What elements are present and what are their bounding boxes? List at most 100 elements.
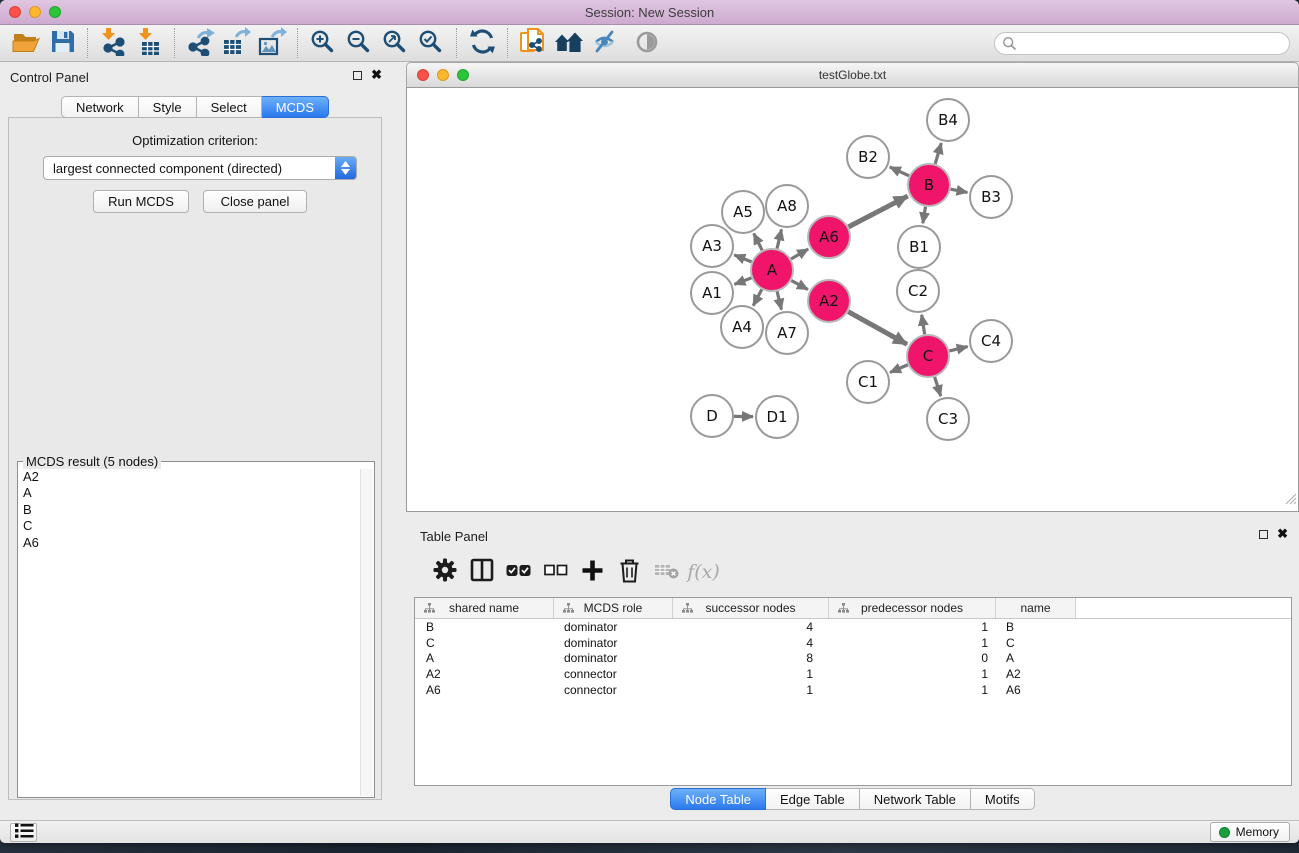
column-header-predecessor-nodes[interactable]: predecessor nodes xyxy=(829,598,996,618)
open-session-button[interactable] xyxy=(8,26,44,60)
show-graphics-details-button[interactable] xyxy=(629,26,665,60)
cell-mcds-role[interactable]: dominator xyxy=(554,651,673,665)
column-header-successor-nodes[interactable]: successor nodes xyxy=(673,598,829,618)
node-A6[interactable]: A6 xyxy=(808,216,850,258)
edge-C-C3[interactable] xyxy=(935,377,941,396)
tab-mcds[interactable]: MCDS xyxy=(262,96,329,118)
result-scrollbar[interactable] xyxy=(360,469,373,796)
tab-network-table[interactable]: Network Table xyxy=(860,788,971,810)
titlebar[interactable]: Session: New Session xyxy=(0,0,1299,25)
cell-mcds-role[interactable]: connector xyxy=(554,683,673,697)
table-settings-button[interactable] xyxy=(426,552,463,592)
mcds-result-item[interactable]: A6 xyxy=(19,535,360,551)
tab-select[interactable]: Select xyxy=(197,96,262,118)
edge-C-C1[interactable] xyxy=(890,365,908,373)
save-session-button[interactable] xyxy=(44,26,80,60)
edge-C-C2[interactable] xyxy=(922,315,925,335)
cell-mcds-role[interactable]: dominator xyxy=(554,620,673,634)
network-window-titlebar[interactable]: testGlobe.txt xyxy=(406,62,1299,88)
tab-motifs[interactable]: Motifs xyxy=(971,788,1035,810)
cell-name[interactable]: A6 xyxy=(996,683,1076,697)
edge-A-A1[interactable] xyxy=(734,278,751,285)
mcds-result-item[interactable]: B xyxy=(19,502,360,518)
tab-edge-table[interactable]: Edge Table xyxy=(766,788,860,810)
node-B3[interactable]: B3 xyxy=(970,176,1012,218)
import-table-button[interactable] xyxy=(131,26,167,60)
cell-successor-nodes[interactable]: 1 xyxy=(673,667,829,681)
edge-A-A5[interactable] xyxy=(754,233,762,250)
cell-predecessor-nodes[interactable]: 1 xyxy=(829,683,996,697)
table-row[interactable]: Adominator80A xyxy=(415,651,1291,667)
search-input[interactable] xyxy=(994,32,1290,55)
cell-successor-nodes[interactable]: 4 xyxy=(673,636,829,650)
node-C3[interactable]: C3 xyxy=(927,398,969,440)
close-panel-button[interactable]: Close panel xyxy=(203,190,307,213)
zoom-fit-button[interactable] xyxy=(377,26,413,60)
node-B2[interactable]: B2 xyxy=(847,136,889,178)
node-A[interactable]: A xyxy=(751,249,793,291)
export-network-button[interactable] xyxy=(182,26,218,60)
close-table-panel-icon[interactable]: ✖ xyxy=(1277,528,1288,540)
clone-network-button[interactable] xyxy=(515,26,551,60)
node-B4[interactable]: B4 xyxy=(927,99,969,141)
cell-shared-name[interactable]: C xyxy=(415,636,554,650)
edge-A-A4[interactable] xyxy=(753,289,762,305)
zoom-out-button[interactable] xyxy=(341,26,377,60)
close-panel-icon[interactable]: ✖ xyxy=(371,69,382,81)
node-A2[interactable]: A2 xyxy=(808,280,850,322)
edge-A6-B[interactable] xyxy=(849,196,908,227)
edge-B-B2[interactable] xyxy=(890,167,909,176)
table-row[interactable]: Cdominator41C xyxy=(415,635,1291,651)
cell-predecessor-nodes[interactable]: 1 xyxy=(829,620,996,634)
node-C4[interactable]: C4 xyxy=(970,320,1012,362)
zoom-in-button[interactable] xyxy=(305,26,341,60)
add-column-button[interactable] xyxy=(574,552,611,592)
tab-style[interactable]: Style xyxy=(139,96,197,118)
task-history-button[interactable] xyxy=(10,823,37,842)
node-D1[interactable]: D1 xyxy=(756,396,798,438)
edge-B-B1[interactable] xyxy=(923,207,926,224)
refresh-view-button[interactable] xyxy=(464,26,500,60)
edge-C-C4[interactable] xyxy=(949,347,967,351)
edge-A-A3[interactable] xyxy=(734,255,751,262)
tab-node-table[interactable]: Node Table xyxy=(670,788,766,810)
mcds-result-item[interactable]: C xyxy=(19,518,360,534)
home-layout-button[interactable] xyxy=(551,26,587,60)
column-header-shared-name[interactable]: shared name xyxy=(415,598,554,618)
cell-successor-nodes[interactable]: 8 xyxy=(673,651,829,665)
node-A5[interactable]: A5 xyxy=(722,191,764,233)
cell-name[interactable]: C xyxy=(996,636,1076,650)
node-D[interactable]: D xyxy=(691,395,733,437)
cell-predecessor-nodes[interactable]: 1 xyxy=(829,636,996,650)
edge-B-B3[interactable] xyxy=(951,189,968,192)
cell-predecessor-nodes[interactable]: 1 xyxy=(829,667,996,681)
node-C[interactable]: C xyxy=(907,335,949,377)
cell-successor-nodes[interactable]: 1 xyxy=(673,683,829,697)
select-all-rows-button[interactable] xyxy=(500,552,537,592)
memory-button[interactable]: Memory xyxy=(1210,822,1290,842)
criterion-select[interactable]: largest connected component (directed) xyxy=(43,156,357,180)
cell-shared-name[interactable]: A xyxy=(415,651,554,665)
column-header-name[interactable]: name xyxy=(996,598,1076,618)
cell-shared-name[interactable]: A2 xyxy=(415,667,554,681)
tab-network[interactable]: Network xyxy=(61,96,139,118)
edge-A-A8[interactable] xyxy=(777,229,782,248)
cell-mcds-role[interactable]: connector xyxy=(554,667,673,681)
cell-shared-name[interactable]: A6 xyxy=(415,683,554,697)
node-C1[interactable]: C1 xyxy=(847,361,889,403)
node-A8[interactable]: A8 xyxy=(766,185,808,227)
import-network-button[interactable] xyxy=(95,26,131,60)
cell-name[interactable]: A xyxy=(996,651,1076,665)
cell-predecessor-nodes[interactable]: 0 xyxy=(829,651,996,665)
column-header-mcds-role[interactable]: MCDS role xyxy=(554,598,673,618)
run-mcds-button[interactable]: Run MCDS xyxy=(93,190,189,213)
resize-grip[interactable] xyxy=(1285,492,1297,510)
edge-A-A7[interactable] xyxy=(777,291,781,309)
cell-name[interactable]: B xyxy=(996,620,1076,634)
mcds-result-item[interactable]: A2 xyxy=(19,469,360,485)
table-row[interactable]: A2connector11A2 xyxy=(415,666,1291,682)
edge-A-A6[interactable] xyxy=(791,249,808,259)
cell-shared-name[interactable]: B xyxy=(415,620,554,634)
node-A4[interactable]: A4 xyxy=(721,306,763,348)
deselect-all-rows-button[interactable] xyxy=(537,552,574,592)
